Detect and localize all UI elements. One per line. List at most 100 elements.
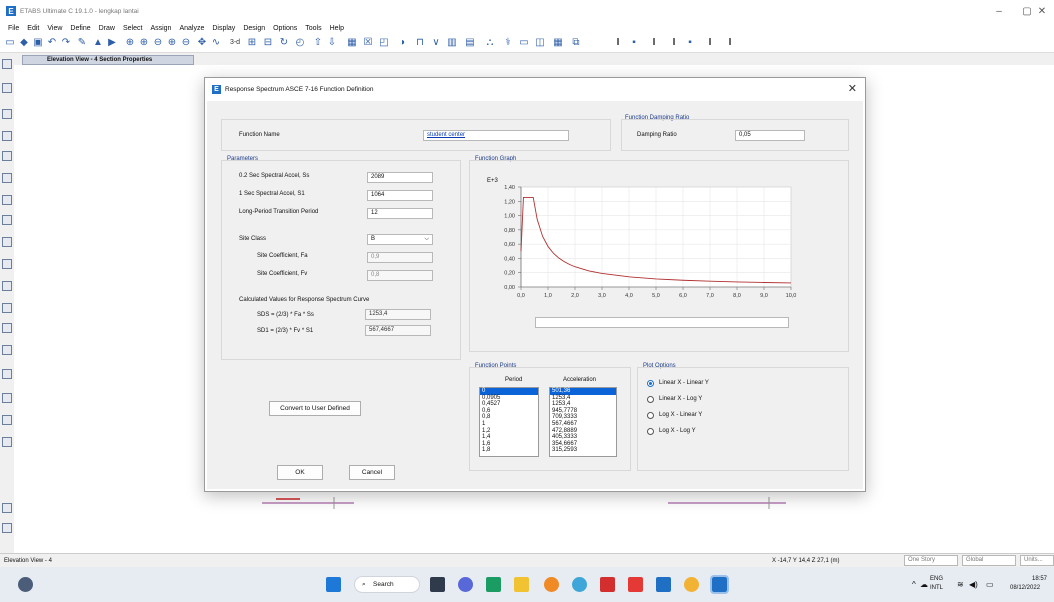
acceleration-list[interactable]: 501,36 1253,4 1253,4 945,7778 709,3333 567,46… (549, 387, 617, 457)
force-diagram-icon[interactable]: ▥ (446, 37, 458, 49)
pdf-icon[interactable] (600, 577, 615, 592)
autocad-icon[interactable] (628, 577, 643, 592)
elevation-view-icon[interactable]: ⊟ (262, 37, 274, 49)
draw-area-icon[interactable] (2, 259, 12, 269)
clock-time[interactable]: 18:57 (1032, 576, 1047, 582)
snap-icon[interactable] (2, 503, 12, 513)
draw-link-icon[interactable] (2, 303, 12, 313)
units-button[interactable]: Units... (1020, 555, 1054, 566)
log-x-linear-y-radio[interactable] (647, 412, 654, 419)
menu-select[interactable]: Select (119, 25, 146, 32)
period-list-item[interactable]: 0,0905 (480, 395, 538, 402)
grid-lines-icon[interactable]: ▦ (552, 37, 564, 49)
draw-opening-icon[interactable] (2, 237, 12, 247)
draw-point-icon[interactable] (2, 323, 12, 333)
open-icon[interactable]: ◆ (18, 37, 30, 49)
draw-beam-icon[interactable] (2, 151, 12, 161)
display-table-icon[interactable]: ▭ (518, 37, 530, 49)
acceleration-list-item[interactable]: 945,7778 (550, 408, 616, 415)
task-view-icon[interactable] (430, 577, 445, 592)
acceleration-list-item[interactable]: 709,3333 (550, 414, 616, 421)
zoom-prev-icon[interactable]: ⊖ (180, 37, 192, 49)
draw-wall-icon[interactable] (2, 195, 12, 205)
convert-to-user-defined-button[interactable]: Convert to User Defined (269, 401, 361, 416)
object-shrink-icon[interactable]: ☒ (362, 37, 374, 49)
weather-icon[interactable] (18, 577, 33, 592)
window-icon[interactable]: ⧉ (570, 37, 582, 49)
period-list-item[interactable]: 1,6 (480, 441, 538, 448)
period-list-item[interactable]: 0,4527 (480, 401, 538, 408)
joint-icon[interactable]: ▪ (628, 37, 640, 49)
output-icon[interactable]: ◫ (534, 37, 546, 49)
etabs-taskbar-icon[interactable] (710, 575, 729, 594)
zoom-window-icon[interactable]: ⊕ (124, 37, 136, 49)
log-x-log-y-radio[interactable] (647, 428, 654, 435)
damping-ratio-input[interactable]: 0,05 (735, 130, 805, 141)
link-draw-button[interactable]: I (704, 37, 716, 49)
plan-view-icon[interactable]: ⊞ (246, 37, 258, 49)
draw-floor-icon[interactable] (2, 215, 12, 225)
close-window-button[interactable]: ✕ (1030, 0, 1054, 22)
menu-draw[interactable]: Draw (95, 25, 119, 32)
draw-line-icon[interactable] (2, 109, 12, 119)
period-list-item[interactable]: 0,6 (480, 408, 538, 415)
save-icon[interactable]: ▣ (32, 37, 44, 49)
draw-slab-icon[interactable] (2, 281, 12, 291)
redo-icon[interactable]: ↷ (60, 37, 72, 49)
acceleration-list-item[interactable]: 405,3333 (550, 434, 616, 441)
reshape-icon[interactable] (2, 83, 12, 93)
store-icon[interactable] (486, 577, 501, 592)
period-list-item[interactable]: 0,8 (480, 414, 538, 421)
menu-design[interactable]: Design (239, 25, 269, 32)
menu-edit[interactable]: Edit (23, 25, 43, 32)
function-name-input[interactable]: student center (423, 130, 569, 141)
volume-icon[interactable]: ◀) (969, 580, 978, 589)
extrude-icon[interactable]: ◑ (396, 37, 408, 49)
language-code[interactable]: ENG (930, 576, 943, 582)
run-icon[interactable]: ▶ (106, 37, 118, 49)
wifi-icon[interactable]: ≋ (957, 580, 964, 589)
draw-section-cut-icon[interactable] (2, 393, 12, 403)
frame-draw-button[interactable]: I (648, 37, 660, 49)
draw-dimension-icon[interactable] (2, 345, 12, 355)
period-list[interactable]: 0 0,0905 0,4527 0,6 0,8 1 1,2 1,4 1,6 1,8 (479, 387, 539, 457)
dialog-close-icon[interactable]: ✕ (848, 82, 857, 95)
coord-system-select[interactable]: Global (962, 555, 1016, 566)
menu-help[interactable]: Help (326, 25, 348, 32)
document-tab[interactable]: Elevation View - 4 Section Properties (22, 55, 194, 65)
ss-input[interactable]: 2089 (367, 172, 433, 183)
taskbar-search[interactable]: ⌕ Search (354, 576, 420, 593)
s1-input[interactable]: 1064 (367, 190, 433, 201)
zoom-all-icon[interactable]: ⊕ (166, 37, 178, 49)
file-explorer-icon[interactable] (514, 577, 529, 592)
acceleration-list-item[interactable]: 501,36 (550, 388, 616, 395)
move-up-icon[interactable]: ⇧ (312, 37, 324, 49)
chrome-icon[interactable] (684, 577, 699, 592)
deformed-shape-icon[interactable]: ∨ (430, 37, 442, 49)
menu-define[interactable]: Define (66, 25, 94, 32)
pointer-icon[interactable] (2, 59, 12, 69)
menu-tools[interactable]: Tools (301, 25, 325, 32)
keyboard-layout[interactable]: INTL (930, 585, 943, 591)
start-icon[interactable] (326, 577, 341, 592)
period-list-item[interactable]: 1,2 (480, 428, 538, 435)
tendon-draw-button[interactable]: I (724, 37, 736, 49)
stress-diagram-icon[interactable]: ▤ (464, 37, 476, 49)
frame-icon[interactable]: ⊓ (414, 37, 426, 49)
tray-chevron-icon[interactable]: ^ (912, 580, 916, 589)
design-icon[interactable]: ⛬ (484, 37, 496, 49)
story-select[interactable]: One Story (904, 555, 958, 566)
settings-icon[interactable] (572, 577, 587, 592)
draw-tendon-icon[interactable] (2, 415, 12, 425)
menu-display[interactable]: Display (208, 25, 239, 32)
firefox-icon[interactable] (544, 577, 559, 592)
cloud-icon[interactable]: ☁ (920, 580, 928, 589)
period-list-item[interactable]: 1 (480, 421, 538, 428)
menu-options[interactable]: Options (269, 25, 301, 32)
clock-date[interactable]: 08/12/2022 (1010, 585, 1040, 591)
site-class-select[interactable]: B ⌵ (367, 234, 433, 245)
acceleration-list-item[interactable]: 1253,4 (550, 395, 616, 402)
acceleration-list-item[interactable]: 354,6667 (550, 441, 616, 448)
joint-draw-button[interactable]: I (612, 37, 624, 49)
menu-view[interactable]: View (43, 25, 66, 32)
